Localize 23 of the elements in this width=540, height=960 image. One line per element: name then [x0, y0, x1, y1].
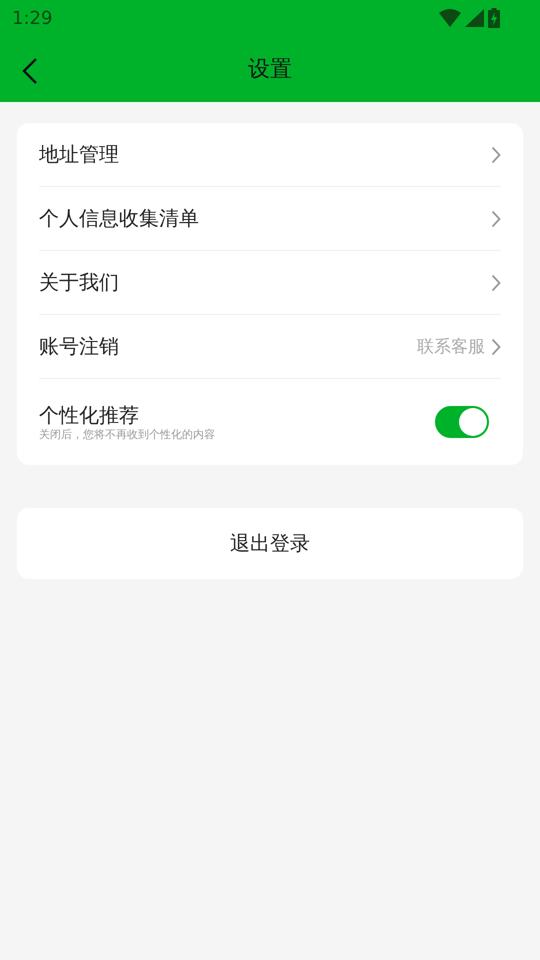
item-label: 关于我们: [39, 269, 119, 296]
settings-item[interactable]: 个人信息收集清单: [39, 187, 501, 251]
item-label: 个人信息收集清单: [39, 205, 199, 232]
item-label: 账号注销: [39, 333, 119, 360]
settings-item[interactable]: 账号注销 联系客服: [39, 315, 501, 379]
chevron-icon: [491, 274, 501, 292]
page-title: 设置: [248, 56, 292, 84]
status-time: 1:29: [12, 8, 52, 28]
signal-icon: [465, 9, 484, 27]
item-label: 个性化推荐: [39, 402, 140, 428]
battery-icon: [488, 8, 500, 28]
toggle-switch[interactable]: [435, 406, 489, 438]
chevron-icon: [491, 338, 501, 356]
back-icon: [22, 57, 38, 85]
settings-item[interactable]: 关于我们: [39, 251, 501, 315]
settings-item[interactable]: 地址管理: [39, 123, 501, 187]
chevron-icon: [491, 146, 501, 164]
item-description: 关闭后，您将不再收到个性化的内容: [39, 427, 215, 442]
item-label: 地址管理: [39, 141, 119, 168]
item-value: 联系客服: [417, 336, 485, 358]
chevron-icon: [491, 210, 501, 228]
logout-button[interactable]: 退出登录: [17, 508, 523, 579]
wifi-icon: [439, 9, 461, 27]
